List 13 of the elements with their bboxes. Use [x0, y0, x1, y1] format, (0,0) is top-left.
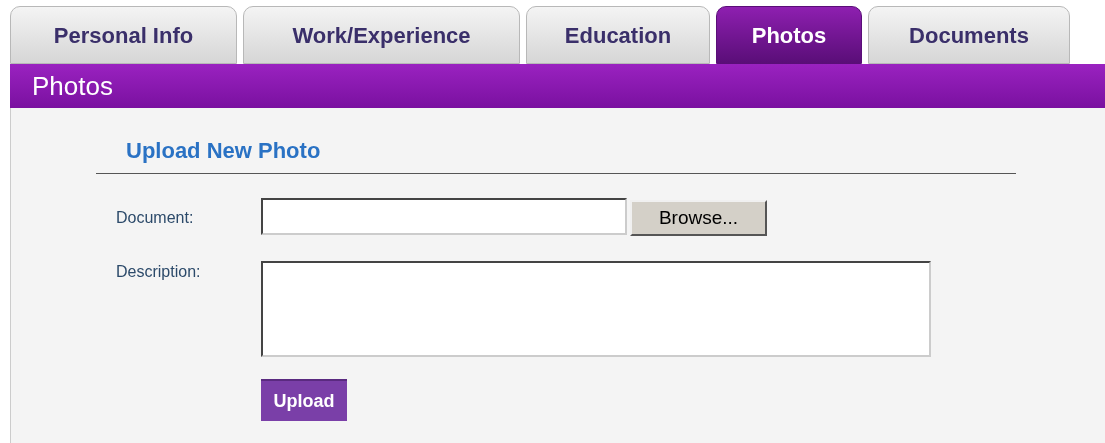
tab[interactable]: Photos	[716, 6, 862, 64]
section-header: Photos	[10, 64, 1105, 108]
document-field[interactable]	[261, 198, 627, 235]
tab[interactable]: Education	[526, 6, 710, 64]
tab[interactable]: Personal Info	[10, 6, 237, 64]
tab[interactable]: Documents	[868, 6, 1070, 64]
form-heading: Upload New Photo	[126, 138, 321, 163]
description-label: Description:	[116, 262, 202, 282]
document-label: Document:	[116, 208, 195, 228]
description-field[interactable]	[261, 261, 931, 357]
browse-button[interactable]: Browse...	[630, 200, 767, 236]
tab[interactable]: Work/Experience	[243, 6, 520, 64]
upload-button[interactable]: Upload	[261, 379, 347, 421]
